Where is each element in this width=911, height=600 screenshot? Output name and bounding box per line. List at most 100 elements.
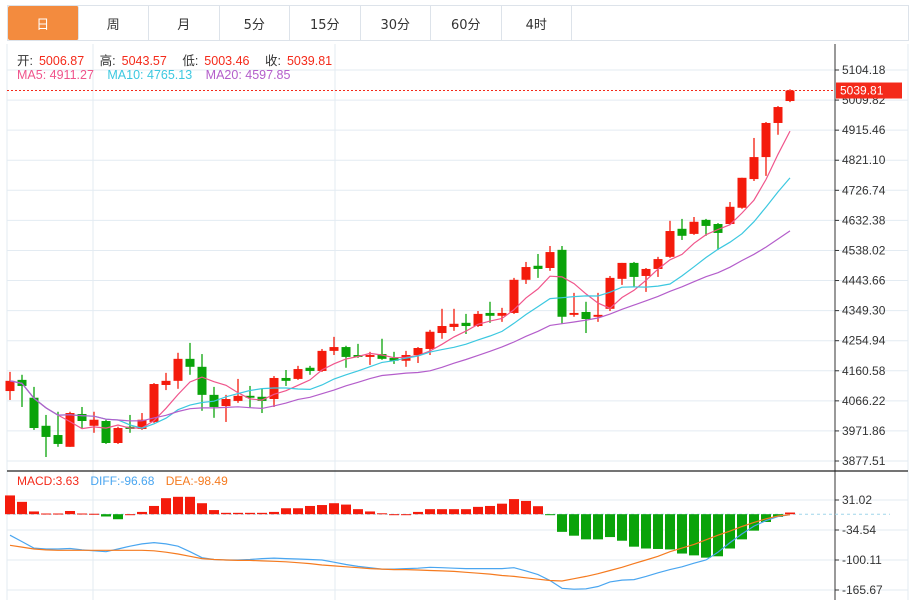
price-tick-label: 4349.30 [842,304,886,318]
candle-body [233,395,243,401]
macd-bar [113,514,123,520]
price-tick-label: 4632.38 [842,213,886,227]
price-tick-label: 3971.86 [842,424,886,438]
candle [269,376,279,407]
candle-body [5,380,15,392]
candle [437,308,447,339]
macd-bar [377,513,387,515]
candle [533,253,543,278]
macd-bar [257,512,267,515]
macd-readout: MACD:3.63 DIFF:-96.68 DEA:-98.49 [17,474,234,488]
candle-body [737,177,747,208]
candle-body [89,419,99,426]
candle [17,374,27,407]
macd-bar [173,496,183,515]
open-label: 开: [17,54,33,68]
macd-bar [521,500,531,515]
candle-body [221,399,231,407]
candle [713,223,723,250]
low-value: 5003.46 [204,54,250,68]
macd-bar [185,496,195,515]
macd-bar [665,514,675,550]
candle [377,338,387,360]
macd-bar [605,514,615,538]
candle [617,262,627,285]
macd-bar [641,514,651,549]
candle [173,352,183,389]
macd-bar [149,505,159,515]
candle-body [581,311,591,320]
macd-bar [137,511,147,515]
macd-bar [437,509,447,515]
macd-bar [473,506,483,515]
macd-bar [365,511,375,515]
candle-body [545,252,555,269]
candle-body [101,421,111,443]
macd-tick-label: -165.67 [842,583,883,597]
macd-bar [53,513,63,515]
macd-bar [425,509,435,515]
high-value: 5043.57 [121,54,167,68]
candle-body [569,312,579,315]
macd-bar [89,513,99,515]
candle-body [281,377,291,381]
macd-bar [653,514,663,549]
macd-bar [545,514,555,516]
macd-bar [413,511,423,515]
candle-body [773,107,783,123]
candle [749,137,759,181]
candle-body [197,366,207,395]
candle [65,411,75,447]
candle-body [461,322,471,327]
candle-body [149,384,159,422]
candle-body [701,219,711,226]
macd-bar [341,504,351,515]
macd-bar [65,510,75,515]
candle-body [617,262,627,279]
candle-body [305,367,315,371]
kline-chart[interactable]: 5104.185009.824915.464821.104726.744632.… [0,0,911,600]
candle [185,342,195,375]
price-tick-label: 4915.46 [842,123,886,137]
macd-bar [5,495,15,515]
candle [509,277,519,314]
candle [629,261,639,287]
high-label: 高: [99,54,116,68]
candle [29,386,39,430]
macd-bar [569,514,579,536]
macd-bar [557,514,567,532]
macd-bar [353,509,363,515]
ma5-line [9,130,791,430]
macd-bar [125,514,135,516]
price-tick-label: 4254.94 [842,334,886,348]
macd-bar [593,514,603,540]
candle [161,372,171,391]
macd-bar [389,514,399,516]
candle [761,122,771,176]
macd-bar [221,512,231,515]
macd-bar [161,498,171,515]
candle-body [449,323,459,327]
macd-bar [77,513,87,515]
macd-bar [689,514,699,556]
ohlc-readout: 开: 5006.87 高: 5043.57 低: 5003.46 收: 5039.81 [17,50,344,69]
candle-body [749,157,759,180]
candle [581,301,591,334]
dea-value: DEA:-98.49 [165,474,228,488]
candle [341,345,351,368]
ma10-value: MA10: 4765.13 [107,68,193,82]
macd-value: MACD:3.63 [17,474,80,488]
macd-bar [485,505,495,515]
macd-bar [701,514,711,558]
price-tick-label: 4443.66 [842,274,886,288]
macd-bar [497,503,507,515]
ma5-value: MA5: 4911.27 [17,68,94,82]
candle-body [761,122,771,158]
macd-bar [509,499,519,515]
macd-bar [197,503,207,515]
candle-body [425,331,435,349]
macd-bar [245,512,255,515]
macd-bar [101,514,111,517]
candle-body [173,358,183,381]
candle-body [53,435,63,444]
